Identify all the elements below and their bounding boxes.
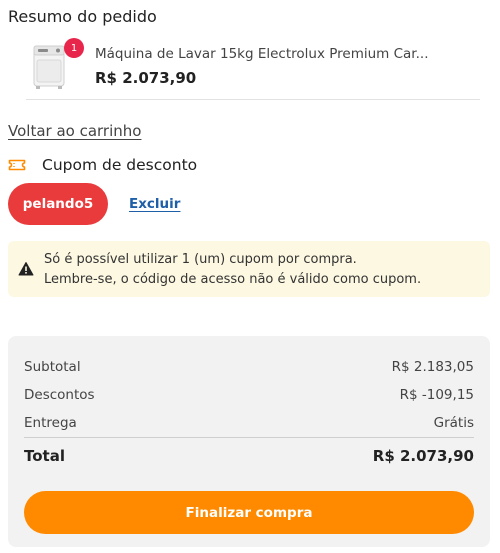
coupon-title: Cupom de desconto: [42, 156, 198, 174]
subtotal-label: Subtotal: [24, 359, 81, 375]
shipping-value: Grátis: [433, 415, 474, 431]
finalize-purchase-button[interactable]: Finalizar compra: [24, 491, 474, 534]
totals-divider: [24, 437, 474, 438]
coupon-code-chip: pelando5: [8, 183, 108, 225]
coupon-warning: Só é possível utilizar 1 (um) cupom por …: [8, 241, 490, 297]
remove-coupon-link[interactable]: Excluir: [129, 196, 180, 212]
ticket-icon: [8, 159, 26, 171]
order-totals: Subtotal R$ 2.183,05 Descontos R$ -109,1…: [8, 336, 490, 547]
total-label: Total: [24, 447, 65, 465]
shipping-label: Entrega: [24, 415, 77, 431]
warning-text-line1: Só é possível utilizar 1 (um) cupom por …: [44, 252, 357, 267]
cart-item: 1 Máquina de Lavar 15kg Electrolux Premi…: [26, 38, 480, 100]
product-name: Máquina de Lavar 15kg Electrolux Premium…: [95, 46, 429, 62]
warning-icon: [18, 262, 34, 276]
back-to-cart-link[interactable]: Voltar ao carrinho: [8, 122, 141, 140]
warning-text-line2: Lembre-se, o código de acesso não é váli…: [44, 272, 422, 287]
subtotal-value: R$ 2.183,05: [391, 359, 474, 375]
product-price: R$ 2.073,90: [95, 69, 197, 87]
quantity-badge: 1: [64, 38, 84, 58]
discount-label: Descontos: [24, 387, 95, 403]
discount-value: R$ -109,15: [399, 387, 474, 403]
coupon-header: Cupom de desconto: [8, 154, 197, 176]
page-title: Resumo do pedido: [8, 7, 157, 26]
total-value: R$ 2.073,90: [372, 447, 474, 465]
